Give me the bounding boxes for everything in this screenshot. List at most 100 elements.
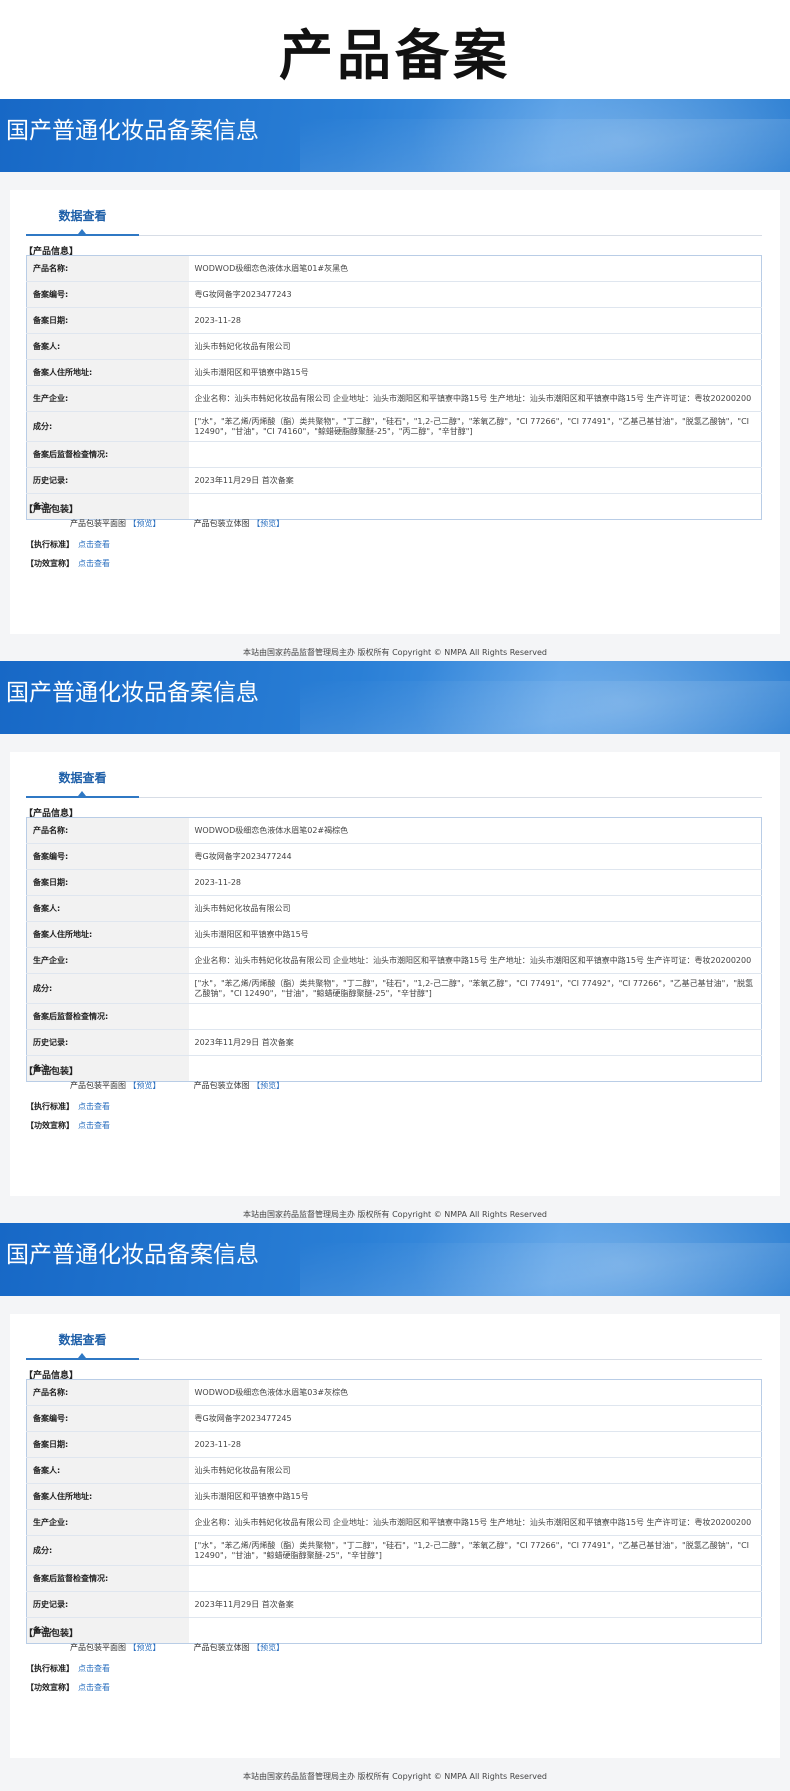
efficacy-row: 【功效宣称】 点击查看 (26, 1682, 110, 1693)
pkg-flat-preview-link[interactable]: 【预览】 (129, 519, 161, 528)
record-card: 数据查看 【产品信息】 产品名称: WODWOD极细恋色液体水眉笔03#灰棕色 备案… (10, 1314, 780, 1758)
record-section-3: 国产普通化妆品备案信息 数据查看 【产品信息】 产品名称: WODWOD极细恋色液… (0, 1223, 790, 1791)
tab-label: 数据查看 (58, 209, 107, 223)
product-info-table: 产品名称: WODWOD极细恋色液体水眉笔03#灰棕色 备案编号: 粤G妆网备字202… (26, 1379, 762, 1644)
info-row-key: 产品名称: (26, 1379, 189, 1406)
pkg-3d-label: 产品包装立体图 (193, 519, 250, 528)
info-row: 历史记录: 2023年11月29日 首次备案 (26, 1029, 762, 1056)
standard-view-link[interactable]: 点击查看 (78, 1102, 110, 1111)
product-info-table: 产品名称: WODWOD极细恋色液体水眉笔01#灰黑色 备案编号: 粤G妆网备字202… (26, 255, 762, 520)
banner: 国产普通化妆品备案信息 (0, 661, 790, 734)
info-row: 成分: ["水"，"苯乙烯/丙烯酸（酯）类共聚物"，"丁二醇"，"硅石"，"1,2… (26, 973, 762, 1004)
info-row-value (188, 1003, 762, 1030)
info-row-key: 产品名称: (26, 255, 189, 282)
efficacy-view-link[interactable]: 点击查看 (78, 1683, 110, 1692)
info-row-value: 2023-11-28 (188, 307, 762, 334)
product-info-table: 产品名称: WODWOD极细恋色液体水眉笔02#褐棕色 备案编号: 粤G妆网备字202… (26, 817, 762, 1082)
info-row-value: ["水"，"苯乙烯/丙烯酸（酯）类共聚物"，"丁二醇"，"硅石"，"1,2-己二… (188, 1535, 762, 1566)
info-row-value: 2023年11月29日 首次备案 (188, 1591, 762, 1618)
info-row-key: 备案后监督检查情况: (26, 441, 189, 468)
footer-copyright: 本站由国家药品监督管理局主办 版权所有 Copyright © NMPA All… (0, 1771, 790, 1785)
efficacy-view-link[interactable]: 点击查看 (78, 559, 110, 568)
package-images-line: 产品包装平面图 【预览】 产品包装立体图 【预览】 (70, 1642, 284, 1653)
pkg-3d-preview-link[interactable]: 【预览】 (252, 1081, 284, 1090)
info-row-value: 汕头市潮阳区和平镇寮中路15号 (188, 921, 762, 948)
standard-row: 【执行标准】 点击查看 (26, 1101, 110, 1112)
info-row-key: 备案人: (26, 895, 189, 922)
info-row-key: 备案后监督检查情况: (26, 1565, 189, 1592)
info-row-key: 生产企业: (26, 385, 189, 412)
info-row-value: WODWOD极细恋色液体水眉笔02#褐棕色 (194, 825, 349, 835)
info-row-value: 2023年11月29日 首次备案 (188, 467, 762, 494)
info-row-key: 备案日期: (26, 307, 189, 334)
tab-caret-icon (78, 1353, 86, 1358)
info-row-key: 备案后监督检查情况: (26, 1003, 189, 1030)
info-table-body: 产品名称: WODWOD极细恋色液体水眉笔02#褐棕色 备案编号: 粤G妆网备字202… (26, 817, 762, 1082)
tab-bar: 数据查看 (26, 190, 762, 236)
info-row: 备案后监督检查情况: (26, 441, 762, 468)
tab-bar: 数据查看 (26, 1314, 762, 1360)
info-table-body: 产品名称: WODWOD极细恋色液体水眉笔01#灰黑色 备案编号: 粤G妆网备字202… (26, 255, 762, 520)
standard-label: 【执行标准】 (26, 1102, 74, 1111)
info-row: 备案人住所地址: 汕头市潮阳区和平镇寮中路15号 (26, 921, 762, 948)
info-row-value: 粤G妆网备字2023477243 (188, 281, 762, 308)
info-row: 备案编号: 粤G妆网备字2023477245 (26, 1405, 762, 1432)
pkg-flat-preview-link[interactable]: 【预览】 (129, 1081, 161, 1090)
info-row-key: 备案人: (26, 333, 189, 360)
info-row-value (188, 1055, 762, 1082)
pkg-flat-label: 产品包装平面图 (70, 519, 126, 528)
page-title: 产品备案 (279, 23, 511, 87)
package-label: 【产品包装】 (24, 1067, 79, 1077)
info-row: 产品名称: WODWOD极细恋色液体水眉笔02#褐棕色 (26, 817, 762, 844)
info-row: 备注: (26, 1055, 762, 1082)
info-row-value (188, 493, 762, 520)
info-row-value: 2023年11月29日 首次备案 (188, 1029, 762, 1056)
info-row-key: 备案编号: (26, 843, 189, 870)
info-row-value: 汕头市韩妃化妆品有限公司 (188, 333, 762, 360)
pkg-flat-label: 产品包装平面图 (70, 1643, 126, 1652)
efficacy-label: 【功效宣称】 (26, 1121, 74, 1130)
info-row-value: 汕头市潮阳区和平镇寮中路15号 (188, 1483, 762, 1510)
footer-copyright: 本站由国家药品监督管理局主办 版权所有 Copyright © NMPA All… (0, 647, 790, 661)
pkg-3d-label: 产品包装立体图 (193, 1081, 250, 1090)
efficacy-label: 【功效宣称】 (26, 559, 74, 568)
info-row: 备案日期: 2023-11-28 (26, 307, 762, 334)
banner-title: 国产普通化妆品备案信息 (6, 1242, 259, 1268)
info-row-value (188, 441, 762, 468)
pkg-3d-preview-link[interactable]: 【预览】 (252, 1643, 284, 1652)
info-row-value: 汕头市韩妃化妆品有限公司 (188, 895, 762, 922)
info-row-value: 企业名称：汕头市韩妃化妆品有限公司 企业地址：汕头市潮阳区和平镇寮中路15号 生… (188, 947, 762, 974)
info-row: 备案人: 汕头市韩妃化妆品有限公司 (26, 1457, 762, 1484)
info-row: 生产企业: 企业名称：汕头市韩妃化妆品有限公司 企业地址：汕头市潮阳区和平镇寮中路… (26, 947, 762, 974)
package-images-line: 产品包装平面图 【预览】 产品包装立体图 【预览】 (70, 1080, 284, 1091)
package-label: 【产品包装】 (24, 505, 79, 515)
standard-view-link[interactable]: 点击查看 (78, 540, 110, 549)
record-section-1: 国产普通化妆品备案信息 数据查看 【产品信息】 产品名称: WODWOD极细恋色液… (0, 99, 790, 661)
info-row: 历史记录: 2023年11月29日 首次备案 (26, 1591, 762, 1618)
record-card: 数据查看 【产品信息】 产品名称: WODWOD极细恋色液体水眉笔02#褐棕色 备案… (10, 752, 780, 1196)
tab-caret-icon (78, 229, 86, 234)
info-row-value: 企业名称：汕头市韩妃化妆品有限公司 企业地址：汕头市潮阳区和平镇寮中路15号 生… (188, 385, 762, 412)
info-row-value: 粤G妆网备字2023477244 (188, 843, 762, 870)
footer-copyright: 本站由国家药品监督管理局主办 版权所有 Copyright © NMPA All… (0, 1209, 790, 1223)
standard-row: 【执行标准】 点击查看 (26, 1663, 110, 1674)
record-card: 数据查看 【产品信息】 产品名称: WODWOD极细恋色液体水眉笔01#灰黑色 备案… (10, 190, 780, 634)
standard-view-link[interactable]: 点击查看 (78, 1664, 110, 1673)
pkg-3d-preview-link[interactable]: 【预览】 (252, 519, 284, 528)
info-row-key: 生产企业: (26, 1509, 189, 1536)
efficacy-row: 【功效宣称】 点击查看 (26, 1120, 110, 1131)
pkg-3d-label: 产品包装立体图 (193, 1643, 250, 1652)
pkg-flat-preview-link[interactable]: 【预览】 (129, 1643, 161, 1652)
info-row: 备案日期: 2023-11-28 (26, 869, 762, 896)
info-row: 备注: (26, 493, 762, 520)
info-row: 备案后监督检查情况: (26, 1565, 762, 1592)
info-row-key: 备案人住所地址: (26, 921, 189, 948)
info-row-key: 备案人住所地址: (26, 1483, 189, 1510)
efficacy-row: 【功效宣称】 点击查看 (26, 558, 110, 569)
tab-caret-icon (78, 791, 86, 796)
info-row: 历史记录: 2023年11月29日 首次备案 (26, 467, 762, 494)
info-row: 备注: (26, 1617, 762, 1644)
banner-title: 国产普通化妆品备案信息 (6, 680, 259, 706)
efficacy-view-link[interactable]: 点击查看 (78, 1121, 110, 1130)
info-row: 备案编号: 粤G妆网备字2023477244 (26, 843, 762, 870)
